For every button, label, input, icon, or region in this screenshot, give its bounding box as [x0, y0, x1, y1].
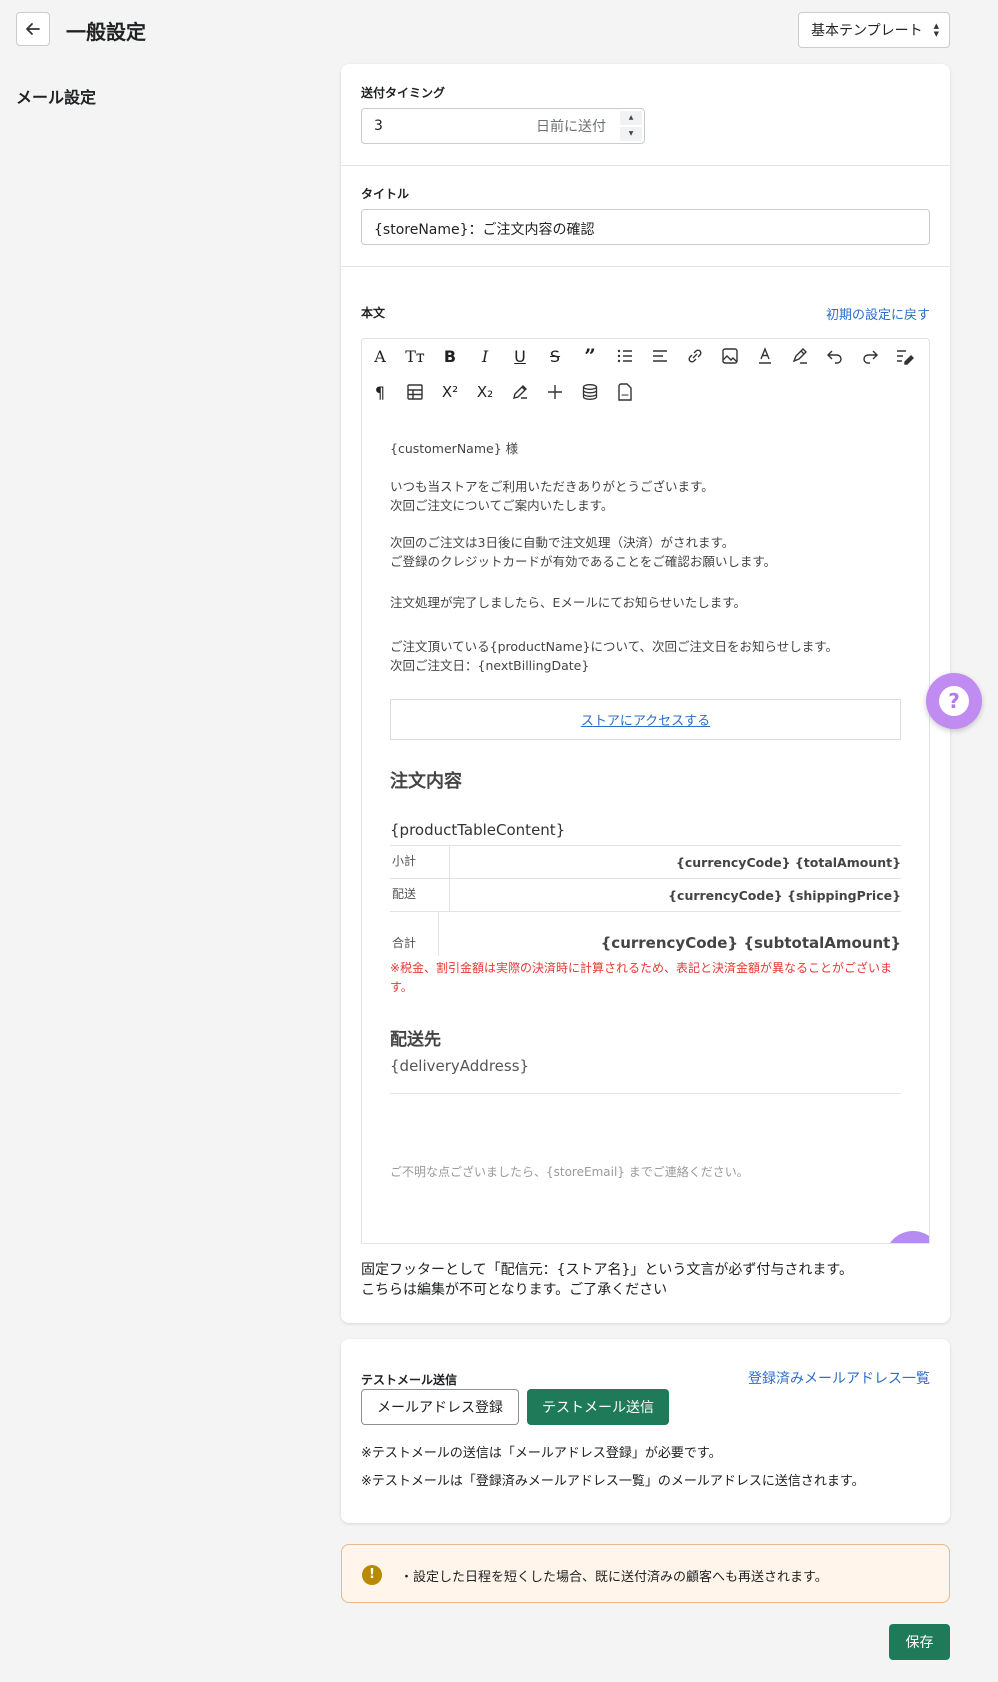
back-button[interactable]: [16, 12, 50, 46]
test-mail-card: テストメール送信 登録済みメールアドレス一覧 メールアドレス登録 テストメール送…: [341, 1339, 950, 1523]
paragraph-icon[interactable]: ¶: [366, 378, 394, 406]
align-icon[interactable]: [646, 342, 674, 370]
registered-addresses-link[interactable]: 登録済みメールアドレス一覧: [748, 1368, 930, 1388]
subscript-icon[interactable]: X₂: [471, 378, 499, 406]
stepper-down-icon[interactable]: ▼: [620, 127, 642, 141]
send-test-mail-button[interactable]: テストメール送信: [527, 1389, 669, 1425]
order-heading: 注文内容: [390, 771, 462, 792]
clear-format-icon[interactable]: [891, 342, 919, 370]
summary-label: 配送: [390, 879, 450, 911]
horizontal-rule-icon[interactable]: [541, 378, 569, 406]
redo-icon[interactable]: [856, 342, 884, 370]
delivery-address: {deliveryAddress}: [390, 1057, 530, 1075]
summary-total-value: {currencyCode} {subtotalAmount}: [600, 934, 901, 952]
email-paragraph: 注文処理が完了しましたら、Eメールにてお知らせいたします。: [390, 595, 747, 610]
divider: [390, 1093, 901, 1094]
email-paragraph: 次回のご注文は3日後に自動で注文処理（決済）がされます。 ご登録のクレジットカー…: [390, 535, 777, 569]
font-icon[interactable]: A: [366, 342, 394, 370]
draw-icon[interactable]: [506, 378, 534, 406]
save-button[interactable]: 保存: [889, 1624, 950, 1660]
store-access-link[interactable]: ストアにアクセスする: [581, 710, 710, 729]
text-size-icon[interactable]: Tт: [401, 342, 429, 370]
table-icon[interactable]: [401, 378, 429, 406]
mail-settings-card: 送付タイミング 3 日前に送付 ▲ ▼ タイトル {storeName}：ご注文…: [341, 64, 950, 1323]
template-select[interactable]: 基本テンプレート ▲ ▼: [798, 12, 950, 48]
order-summary-table: 小計 {currencyCode} {totalAmount} 配送 {curr…: [390, 845, 901, 956]
table-row: 小計 {currencyCode} {totalAmount}: [390, 846, 901, 879]
timing-suffix: 日前に送付: [536, 119, 606, 135]
italic-icon[interactable]: I: [471, 342, 499, 370]
underline-icon[interactable]: U: [506, 342, 534, 370]
page-title: 一般設定: [66, 20, 146, 44]
help-button[interactable]: ?: [926, 673, 982, 729]
image-icon[interactable]: [716, 342, 744, 370]
test-mail-note: ※テストメールは「登録済みメールアドレス一覧」のメールアドレスに送信されます。: [361, 1474, 865, 1489]
summary-label: 合計: [390, 912, 439, 956]
summary-label: 小計: [390, 846, 450, 878]
divider: [341, 266, 950, 267]
font-color-icon[interactable]: [751, 342, 779, 370]
warning-text: ・設定した日程を短くした場合、既に送付済みの顧客へも再送されます。: [400, 1570, 828, 1585]
html-file-icon[interactable]: [611, 378, 639, 406]
tax-note: ※税金、割引金額は実際の決済時に計算されるため、表記と決済金額が異なることがござ…: [390, 961, 893, 994]
product-table-placeholder: {productTableContent}: [390, 821, 566, 839]
bold-icon[interactable]: B: [436, 342, 464, 370]
test-mail-note: ※テストメールの送信は「メールアドレス登録」が必要です。: [361, 1446, 722, 1461]
superscript-icon[interactable]: X²: [436, 378, 464, 406]
database-icon[interactable]: [576, 378, 604, 406]
warning-icon: !: [362, 1565, 382, 1585]
subject-label: タイトル: [361, 187, 410, 201]
table-row: 合計 {currencyCode} {subtotalAmount}: [390, 912, 901, 956]
undo-icon[interactable]: [821, 342, 849, 370]
editor-toolbar: A Tт B I U S ” ¶ X² X₂: [362, 339, 929, 417]
divider: [341, 165, 950, 166]
body-label: 本文: [361, 306, 386, 320]
delivery-heading: 配送先: [390, 1030, 441, 1050]
email-paragraph: いつも当ストアをご利用いただきありがとうございます。 次回ご注文についてご案内い…: [390, 479, 714, 513]
store-access-button[interactable]: ストアにアクセスする: [390, 699, 901, 740]
timing-input[interactable]: 3 日前に送付 ▲ ▼: [361, 108, 645, 144]
link-icon[interactable]: [681, 342, 709, 370]
summary-value: {currencyCode} {shippingPrice}: [668, 888, 901, 903]
section-title: メール設定: [16, 88, 97, 107]
strikethrough-icon[interactable]: S: [541, 342, 569, 370]
template-select-value: 基本テンプレート: [811, 23, 923, 39]
email-greeting: {customerName} 様: [390, 441, 519, 456]
subject-input[interactable]: {storeName}：ご注文内容の確認: [361, 209, 930, 245]
table-row: 配送 {currencyCode} {shippingPrice}: [390, 879, 901, 912]
register-email-button[interactable]: メールアドレス登録: [361, 1389, 519, 1425]
question-icon: ?: [939, 686, 969, 716]
quote-icon[interactable]: ”: [576, 342, 604, 370]
summary-value: {currencyCode} {totalAmount}: [675, 855, 901, 870]
test-mail-label: テストメール送信: [361, 1373, 458, 1387]
select-caret-icon: ▲ ▼: [933, 22, 939, 38]
email-paragraph: ご注文頂いている{productName}について、次回ご注文日をお知らせします…: [390, 639, 838, 673]
contact-note: ご不明な点ございましたら、{storeEmail} までご連絡ください。: [390, 1165, 749, 1179]
stepper-up-icon[interactable]: ▲: [620, 111, 642, 125]
arrow-left-icon: [26, 23, 40, 35]
bullet-list-icon[interactable]: [611, 342, 639, 370]
fixed-footer-note: 固定フッターとして「配信元：{ストア名}」という文言が必ず付与されます。 こちら…: [361, 1260, 853, 1300]
footer-note-line: こちらは編集が不可となります。ご了承ください: [361, 1282, 668, 1298]
footer-note-line: 固定フッターとして「配信元：{ストア名}」という文言が必ず付与されます。: [361, 1262, 853, 1278]
reset-default-link[interactable]: 初期の設定に戻す: [826, 304, 930, 323]
rich-text-editor[interactable]: A Tт B I U S ” ¶ X² X₂ {customerName} 様 …: [361, 338, 930, 1244]
timing-label: 送付タイミング: [361, 86, 446, 100]
help-bubble-icon: [885, 1231, 929, 1243]
timing-value: 3: [374, 118, 383, 134]
warning-banner: ! ・設定した日程を短くした場合、既に送付済みの顧客へも再送されます。: [341, 1544, 950, 1603]
highlight-icon[interactable]: [786, 342, 814, 370]
timing-stepper[interactable]: ▲ ▼: [620, 111, 642, 141]
